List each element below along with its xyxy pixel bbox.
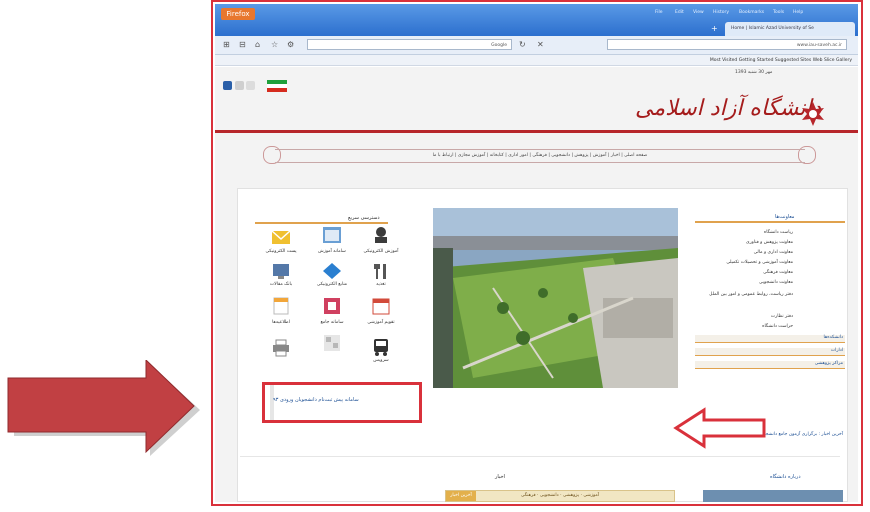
reload-icon[interactable]: ↻ bbox=[519, 40, 526, 49]
tile-label[interactable]: سرویس bbox=[360, 358, 402, 363]
news-tabs[interactable]: آموزشی · پژوهشی · دانشجویی · فرهنگی bbox=[445, 490, 675, 502]
menu-file[interactable]: File bbox=[655, 10, 663, 15]
printer-icon[interactable] bbox=[270, 339, 292, 357]
news-section-title: اخبار bbox=[495, 474, 505, 480]
rss-icon[interactable] bbox=[235, 81, 244, 90]
university-logo-text[interactable]: دانشگاه آزاد اسلامی bbox=[635, 96, 821, 121]
list-item[interactable]: معاونت فرهنگی bbox=[763, 270, 793, 275]
tile-label[interactable]: تغذیه bbox=[360, 282, 402, 287]
language-flag-icon[interactable] bbox=[267, 80, 287, 92]
main-menu[interactable]: صفحه اصلی | اخبار | آموزش | پژوهش | دانش… bbox=[275, 149, 805, 163]
quick-access-underline bbox=[255, 222, 388, 224]
tab-news-4[interactable]: فرهنگی bbox=[521, 493, 536, 498]
back-icon[interactable]: ⊞ bbox=[223, 40, 230, 49]
window-icon[interactable] bbox=[321, 226, 343, 244]
tile-label[interactable]: اطلاعیه‌ها bbox=[260, 320, 302, 325]
deputies-title: معاونت‌ها bbox=[775, 214, 795, 220]
header-divider bbox=[215, 130, 858, 133]
tab-news-1[interactable]: آموزشی bbox=[583, 493, 599, 498]
browser-tab[interactable]: Home | Islamic Azad University of Se bbox=[725, 22, 855, 36]
stop-icon[interactable]: ✕ bbox=[537, 40, 544, 49]
bookmarks-toolbar[interactable]: Most Visited Getting Started Suggested S… bbox=[215, 55, 858, 66]
bus-icon[interactable] bbox=[370, 338, 392, 356]
document-icon[interactable] bbox=[270, 297, 292, 315]
tile-label[interactable]: تقویم آموزشی bbox=[360, 320, 402, 325]
list-item[interactable]: معاونت اداری و مالی bbox=[754, 250, 793, 255]
menu-view[interactable]: View bbox=[693, 10, 704, 15]
latest-news-ticker[interactable]: آخرین اخبار : برگزاری آزمون جامع دانشجوی… bbox=[485, 432, 843, 437]
food-icon[interactable] bbox=[370, 262, 392, 280]
tile-label[interactable]: آموزش الکترونیکی bbox=[360, 249, 402, 254]
faculties-label[interactable]: دانشکده‌ها bbox=[824, 335, 843, 340]
home-icon[interactable]: ⌂ bbox=[255, 40, 260, 49]
menu-history[interactable]: History bbox=[713, 10, 729, 15]
address-bar[interactable]: www.iau-saveh.ac.ir bbox=[607, 39, 847, 50]
grid-icon[interactable] bbox=[321, 334, 343, 352]
list-item[interactable]: معاونت آموزشی و تحصیلات تکمیلی bbox=[726, 260, 793, 265]
campus-photo bbox=[433, 208, 678, 388]
bookmark-star-icon[interactable]: ☆ bbox=[271, 40, 278, 49]
big-pointer-arrow bbox=[7, 360, 200, 456]
student-icon[interactable] bbox=[370, 226, 392, 244]
list-item[interactable]: حراست دانشگاه bbox=[762, 324, 793, 329]
university-emblem-icon[interactable] bbox=[800, 101, 826, 127]
deputies-underline bbox=[695, 221, 845, 223]
tile-label[interactable]: بانک مقالات bbox=[260, 282, 302, 287]
about-thumbnail bbox=[703, 490, 843, 502]
list-item[interactable]: دفتر نظارت bbox=[771, 314, 793, 319]
tab-latest-news[interactable]: آخرین اخبار bbox=[446, 491, 476, 501]
quick-access-title: دسترسی سریع bbox=[348, 215, 380, 221]
diamond-icon[interactable] bbox=[321, 262, 343, 280]
monitor-icon[interactable] bbox=[270, 262, 292, 280]
settings-icon[interactable]: ⚙ bbox=[287, 40, 294, 49]
linkedin-icon[interactable] bbox=[223, 81, 232, 90]
current-date: 1393 مهر 30 شنبه bbox=[735, 70, 773, 75]
left-pointer-arrow bbox=[673, 407, 766, 449]
tile-label[interactable]: پست الکترونیکی bbox=[260, 249, 302, 254]
menu-help[interactable]: Help bbox=[793, 10, 803, 15]
list-item[interactable]: معاونت پژوهش و فناوری bbox=[746, 240, 793, 245]
research-centers-label[interactable]: مراکز پژوهشی bbox=[815, 361, 843, 366]
list-item[interactable]: معاونت دانشجویی bbox=[759, 280, 793, 285]
menu-tools[interactable]: Tools bbox=[773, 10, 784, 15]
shield-icon[interactable] bbox=[321, 297, 343, 315]
menu-bookmarks[interactable]: Bookmarks bbox=[739, 10, 764, 15]
firefox-menu-button[interactable]: Firefox bbox=[221, 8, 255, 20]
new-tab-button[interactable]: + bbox=[711, 24, 718, 33]
menu-edit[interactable]: Edit bbox=[675, 10, 684, 15]
calendar-icon[interactable] bbox=[370, 297, 392, 315]
tab-news-3[interactable]: دانشجویی bbox=[540, 493, 559, 498]
offices-label[interactable]: ادارات bbox=[831, 348, 843, 353]
forward-icon[interactable]: ⊟ bbox=[239, 40, 246, 49]
browser-window: Firefox File Edit View History Bookmarks… bbox=[215, 4, 858, 502]
list-item[interactable]: دفتر ریاست، روابط عمومی و امور بین الملل bbox=[709, 292, 793, 297]
faculties-bar[interactable] bbox=[695, 335, 845, 343]
about-section-title: درباره دانشگاه bbox=[770, 474, 801, 480]
search-icon[interactable] bbox=[246, 81, 255, 90]
mail-icon[interactable] bbox=[270, 228, 292, 246]
tile-label[interactable]: منابع الکترونیکی bbox=[311, 282, 353, 287]
content-divider bbox=[240, 456, 840, 457]
search-input[interactable]: Google bbox=[307, 39, 512, 50]
pre-registration-link[interactable]: سامانه پیش ثبت‌نام دانشجویان ورودی ۹۳ bbox=[273, 397, 359, 403]
tile-label[interactable]: سامانه آموزش bbox=[311, 249, 353, 254]
tab-news-2[interactable]: پژوهشی bbox=[563, 493, 579, 498]
tile-label[interactable]: سامانه جامع bbox=[311, 320, 353, 325]
offices-bar[interactable] bbox=[695, 348, 845, 356]
list-item[interactable]: ریاست دانشگاه bbox=[764, 230, 793, 235]
